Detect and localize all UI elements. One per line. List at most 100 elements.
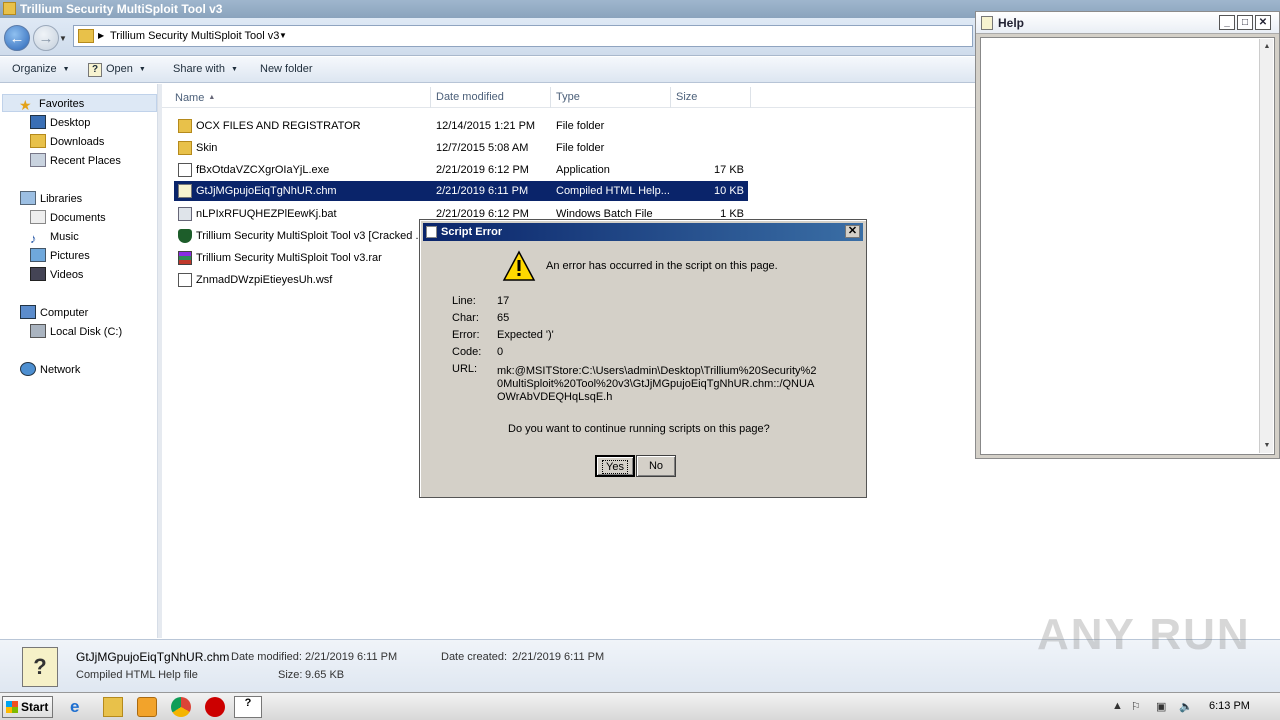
help-file-icon bbox=[178, 184, 192, 198]
downloads-icon bbox=[30, 134, 46, 148]
nav-local-disk[interactable]: Local Disk (C:) bbox=[30, 323, 122, 341]
document-icon bbox=[426, 226, 437, 238]
breadcrumb[interactable]: Trillium Security MultiSploit Tool v3 bbox=[110, 30, 279, 42]
minimize-button[interactable]: _ bbox=[1219, 15, 1235, 30]
nav-pictures[interactable]: Pictures bbox=[30, 247, 90, 265]
nav-computer[interactable]: Computer bbox=[20, 304, 88, 322]
help-file-icon bbox=[981, 16, 993, 30]
volume-icon[interactable]: 🔈 bbox=[1179, 700, 1193, 713]
application-icon bbox=[178, 163, 192, 177]
url-label: URL: bbox=[452, 363, 478, 375]
details-date-modified: 2/21/2019 6:11 PM bbox=[305, 651, 398, 663]
start-button[interactable]: Start bbox=[2, 696, 53, 718]
help-title: Help bbox=[998, 16, 1025, 30]
disk-icon bbox=[30, 324, 46, 338]
star-icon: ★ bbox=[19, 97, 32, 113]
shield-icon bbox=[178, 229, 192, 243]
nav-downloads[interactable]: Downloads bbox=[30, 133, 104, 151]
nav-music[interactable]: ♪ Music bbox=[30, 228, 79, 246]
open-button[interactable]: ? Open ▼ bbox=[88, 63, 146, 77]
scroll-down-icon[interactable]: ▼ bbox=[1261, 439, 1273, 452]
nav-libraries[interactable]: Libraries bbox=[20, 190, 82, 208]
column-size[interactable]: Size bbox=[671, 87, 751, 108]
file-row[interactable]: Trillium Security MultiSploit Tool v3.ra… bbox=[174, 248, 419, 268]
help-content[interactable]: ▲ ▼ bbox=[980, 37, 1275, 455]
navigation-pane: ★ Favorites Desktop Downloads Recent Plac… bbox=[0, 84, 158, 638]
warning-icon bbox=[502, 250, 536, 281]
window-title: Trillium Security MultiSploit Tool v3 bbox=[20, 2, 223, 16]
maximize-button[interactable]: □ bbox=[1237, 15, 1253, 30]
chrome-icon[interactable] bbox=[171, 697, 191, 717]
nav-recent-places[interactable]: Recent Places bbox=[30, 152, 121, 170]
close-button[interactable]: ✕ bbox=[845, 225, 860, 238]
libraries-icon bbox=[20, 191, 36, 205]
desktop-icon bbox=[30, 115, 46, 129]
archive-icon bbox=[178, 251, 192, 265]
action-center-flag-icon[interactable]: ⚐ bbox=[1131, 700, 1141, 713]
history-dropdown-icon[interactable]: ▼ bbox=[59, 34, 67, 43]
dialog-titlebar: Script Error ✕ bbox=[423, 223, 863, 241]
code-value: 0 bbox=[497, 346, 504, 358]
windows-logo-icon bbox=[6, 701, 18, 713]
nav-desktop[interactable]: Desktop bbox=[30, 114, 90, 132]
new-folder-button[interactable]: New folder bbox=[260, 63, 313, 75]
code-label: Code: bbox=[452, 346, 482, 358]
organize-button[interactable]: Organize ▼ bbox=[12, 63, 70, 75]
folder-icon bbox=[178, 119, 192, 133]
nav-videos[interactable]: Videos bbox=[30, 266, 83, 284]
yes-button[interactable]: Yes bbox=[595, 455, 635, 477]
nav-pane-splitter[interactable] bbox=[158, 84, 162, 638]
dialog-title: Script Error bbox=[441, 226, 503, 238]
recent-places-icon bbox=[30, 153, 46, 167]
help-taskbar-icon[interactable]: ? bbox=[234, 696, 262, 718]
forward-button[interactable]: → bbox=[33, 25, 59, 51]
error-value: Expected ')' bbox=[497, 329, 554, 341]
details-filename: GtJjMGpujoEiqTgNhUR.chm bbox=[76, 650, 230, 664]
folder-icon bbox=[178, 141, 192, 155]
clock[interactable]: 6:13 PM bbox=[1209, 700, 1250, 712]
scroll-up-icon[interactable]: ▲ bbox=[1261, 40, 1273, 53]
chevron-down-icon[interactable]: ▼ bbox=[279, 31, 287, 40]
file-row[interactable]: Trillium Security MultiSploit Tool v3 [C… bbox=[174, 226, 425, 246]
char-label: Char: bbox=[452, 312, 479, 324]
details-size-label: Size: bbox=[278, 669, 303, 681]
media-player-icon[interactable] bbox=[137, 697, 157, 717]
help-file-icon: ? bbox=[22, 647, 58, 687]
help-window: Help _ □ ✕ ▲ ▼ bbox=[975, 11, 1280, 459]
char-value: 65 bbox=[497, 312, 510, 324]
opera-icon[interactable] bbox=[205, 697, 225, 717]
address-box[interactable]: ▶ Trillium Security MultiSploit Tool v3 … bbox=[73, 25, 973, 47]
file-row[interactable]: OCX FILES AND REGISTRATOR 12/14/2015 1:2… bbox=[174, 116, 748, 136]
explorer-taskbar-icon[interactable] bbox=[103, 697, 123, 717]
line-value: 17 bbox=[497, 295, 510, 307]
column-name[interactable]: Name ▲ bbox=[162, 87, 431, 108]
script-error-dialog: Script Error ✕ An error has occurred in … bbox=[419, 219, 867, 498]
network-icon[interactable]: ▣ bbox=[1156, 700, 1166, 713]
no-button[interactable]: No bbox=[636, 455, 676, 477]
file-row[interactable]: Skin 12/7/2015 5:08 AM File folder bbox=[174, 138, 748, 158]
details-size: 9.65 KB bbox=[305, 669, 345, 681]
column-date-modified[interactable]: Date modified bbox=[431, 87, 551, 108]
network-icon bbox=[20, 362, 36, 376]
sort-ascending-icon: ▲ bbox=[208, 94, 216, 101]
pictures-icon bbox=[30, 248, 46, 262]
close-button[interactable]: ✕ bbox=[1255, 15, 1271, 30]
folder-icon bbox=[78, 29, 94, 43]
back-button[interactable]: ← bbox=[4, 25, 30, 51]
nav-network[interactable]: Network bbox=[20, 361, 80, 379]
breadcrumb-arrow-icon[interactable]: ▶ bbox=[98, 31, 104, 40]
computer-icon bbox=[20, 305, 36, 319]
show-hidden-icons-icon[interactable]: ▲ bbox=[1112, 700, 1123, 712]
file-row-selected[interactable]: GtJjMGpujoEiqTgNhUR.chm 2/21/2019 6:11 P… bbox=[174, 181, 748, 201]
documents-icon bbox=[30, 210, 46, 224]
videos-icon bbox=[30, 267, 46, 281]
vertical-scrollbar[interactable]: ▲ ▼ bbox=[1259, 39, 1273, 453]
column-type[interactable]: Type bbox=[551, 87, 671, 108]
batch-file-icon bbox=[178, 207, 192, 221]
file-row[interactable]: ZnmadDWzpiEtieyesUh.wsf bbox=[174, 270, 419, 290]
internet-explorer-icon[interactable]: e bbox=[70, 697, 90, 717]
file-row[interactable]: fBxOtdaVZCXgrOIaYjL.exe 2/21/2019 6:12 P… bbox=[174, 160, 748, 180]
nav-documents[interactable]: Documents bbox=[30, 209, 106, 227]
nav-favorites[interactable]: ★ Favorites bbox=[2, 94, 157, 113]
share-with-button[interactable]: Share with ▼ bbox=[173, 63, 238, 75]
